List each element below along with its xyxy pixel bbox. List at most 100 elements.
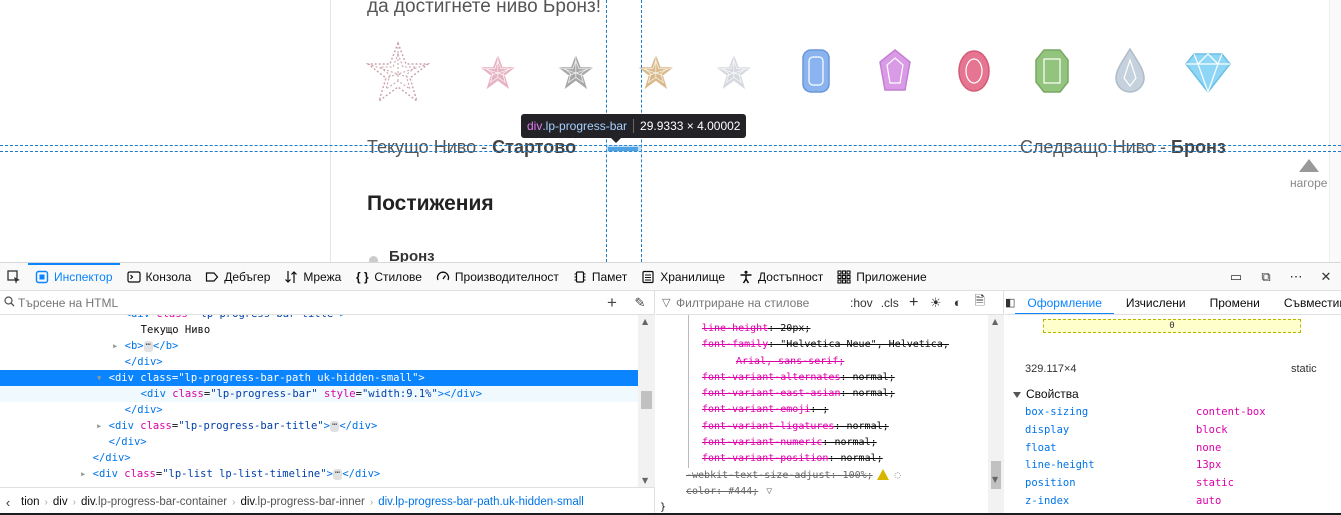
css-declaration[interactable]: Arial, sans-serif; [656, 353, 988, 371]
breadcrumb-scroll-left-icon[interactable]: ‹ [0, 495, 16, 510]
arrow-up-icon[interactable] [1299, 159, 1319, 172]
property-value: #444; [728, 485, 759, 497]
declarations-list[interactable]: line-height: 20px; font-family: "Helvetic… [656, 315, 988, 515]
breadcrumb-item[interactable]: div.lp-progress-bar-inner [235, 496, 369, 508]
expand-toggle-icon[interactable]: ▸ [80, 468, 93, 480]
expand-toggle-icon[interactable]: ▸ [96, 420, 109, 432]
tab-network[interactable]: Мрежа [277, 263, 348, 291]
tree-node[interactable]: ▸ <div class="lp-list lp-list-timeline">… [0, 466, 638, 482]
computed-property-row[interactable]: box-sizing content-box [1025, 404, 1325, 422]
css-declaration[interactable]: font-variant-emoji: ; [656, 402, 988, 420]
css-declaration[interactable]: color: #444; ▽ [656, 484, 988, 500]
css-declaration[interactable]: font-variant-ligatures: normal; [656, 418, 988, 436]
collapsed-content-icon[interactable]: ⋯ [329, 420, 340, 432]
scroll-up-icon[interactable]: ▲ [642, 317, 648, 326]
hover-states-button[interactable]: :hov [846, 296, 877, 310]
filter-property-icon[interactable]: ▽ [766, 486, 772, 497]
collapsed-content-icon[interactable]: ⋯ [332, 468, 343, 480]
tree-node[interactable]: ▾ <div class="lp-progress-bar-path uk-hi… [0, 370, 638, 386]
properties-header[interactable]: Свойства [1013, 387, 1079, 401]
computed-property-row[interactable]: display block [1025, 422, 1325, 440]
tree-node[interactable]: Текущо Ниво [0, 322, 638, 338]
tree-node[interactable]: </div> [0, 450, 638, 466]
tab-performance[interactable]: Производителност [429, 263, 566, 291]
lightbulb-icon[interactable]: ◌ [889, 470, 901, 481]
computed-property-row[interactable]: line-height 13px [1025, 457, 1325, 475]
tree-node[interactable]: </div> [0, 434, 638, 450]
add-node-button[interactable]: + [598, 293, 626, 313]
toggle-pane-button[interactable]: ◧ [1005, 296, 1015, 309]
css-declaration[interactable]: font-variant-alternates: normal; [656, 369, 988, 387]
css-declaration[interactable]: font-family: "Helvetica Neue", Helvetica… [656, 337, 988, 354]
expand-toggle-icon[interactable] [112, 315, 125, 320]
css-declaration[interactable]: font-variant-east-asian: normal; [656, 386, 988, 403]
tree-node[interactable]: <div class="lp-progress-bar-title"> [0, 315, 638, 322]
expand-toggle-icon[interactable] [128, 388, 141, 400]
expand-toggle-icon[interactable] [96, 436, 109, 448]
css-declaration[interactable]: line-height: 20px; [656, 321, 988, 338]
rules-scroll-down-icon[interactable]: ▼ [992, 475, 998, 484]
rules-scrollbar[interactable]: ▲ ▼ [988, 315, 1004, 515]
tab-application[interactable]: Приложение [830, 263, 933, 291]
computed-property-row[interactable]: float none [1025, 440, 1325, 458]
sidebar-tab[interactable]: Съвместимост [1272, 291, 1341, 314]
expand-toggle-icon[interactable] [80, 452, 93, 464]
breadcrumb-tag: div [240, 496, 255, 508]
tree-node[interactable]: </div> [0, 402, 638, 418]
tree-node[interactable]: ▸ <div class="lp-progress-bar-title"> ⋯ </… [0, 418, 638, 434]
eyedropper-button[interactable]: ✎ [626, 295, 654, 311]
markup-scrollbar[interactable]: ▲ ▼ [638, 315, 655, 487]
back-to-top-link[interactable]: нагоре [1290, 176, 1327, 190]
expand-toggle-icon[interactable]: ▾ [96, 372, 109, 384]
more-options-button[interactable]: ⋯ [1281, 263, 1311, 291]
split-console-button[interactable]: ▭ [1221, 263, 1251, 291]
tree-node[interactable]: <div class="lp-progress-bar" style="widt… [0, 386, 638, 402]
classes-button[interactable]: .cls [877, 296, 903, 310]
tab-console[interactable]: Конзола [120, 263, 199, 291]
css-declaration[interactable]: font-variant-numeric: normal; [656, 435, 988, 452]
breadcrumb-item[interactable]: div [48, 496, 73, 508]
computed-property-row[interactable]: position static [1025, 475, 1325, 493]
computed-property-row[interactable]: z-index auto [1025, 493, 1325, 511]
html-search-bar: + ✎ [0, 291, 654, 315]
tab-label: Инспектор [54, 269, 113, 284]
dark-scheme-button[interactable]: ◐ [947, 295, 969, 310]
css-declaration[interactable]: -webkit-text-size-adjust: 100%; ◌ [656, 468, 988, 484]
tree-node[interactable]: ▸ <b> ⋯ </b> [0, 338, 638, 354]
tab-memory[interactable]: Памет [566, 263, 634, 291]
expand-toggle-icon[interactable] [112, 404, 125, 416]
close-devtools-button[interactable]: ✕ [1311, 263, 1341, 291]
scroll-down-icon[interactable]: ▼ [642, 476, 648, 485]
sidebar-tab[interactable]: Изчислени [1114, 291, 1198, 314]
tab-debugger[interactable]: Дебъгер [198, 263, 277, 291]
markup-scroll-thumb[interactable] [641, 391, 652, 409]
element-picker-button[interactable] [0, 263, 28, 291]
collapsed-content-icon[interactable]: ⋯ [143, 340, 154, 352]
rules-scroll-up-icon[interactable]: ▲ [992, 317, 998, 326]
html-search-input[interactable] [18, 295, 578, 310]
breadcrumb-item[interactable]: div.lp-progress-bar-path.uk-hidden-small [373, 496, 589, 508]
breadcrumb-item[interactable]: tion [16, 496, 45, 508]
expand-toggle-icon[interactable] [112, 356, 125, 368]
sidebar-tab[interactable]: Промени [1198, 291, 1272, 314]
css-declaration[interactable]: font-variant-position: normal; [656, 451, 988, 468]
light-scheme-button[interactable]: ☀ [925, 295, 947, 311]
tab-storage[interactable]: Хранилище [634, 263, 732, 291]
expand-toggle-icon[interactable] [128, 324, 141, 336]
warning-icon[interactable] [876, 469, 889, 481]
styles-filter-input[interactable]: Филтриране на стилове [676, 296, 846, 310]
page-scrollbar[interactable] [1329, 0, 1341, 262]
print-media-button[interactable]: 🗎 [969, 292, 991, 314]
breadcrumb-item[interactable]: div.lp-progress-bar-container [76, 496, 232, 508]
markup-tree[interactable]: <div class="lp-progress-bar-title"> Теку… [0, 315, 638, 487]
tree-node[interactable]: </div> [0, 354, 638, 370]
add-rule-button[interactable]: + [903, 294, 925, 312]
tab-styles[interactable]: { } Стилове [348, 263, 429, 291]
dock-options-button[interactable]: ⧉ [1251, 263, 1281, 291]
expand-toggle-icon[interactable]: ▸ [112, 340, 125, 352]
sidebar-tab[interactable]: Оформление [1015, 291, 1115, 314]
tab-accessibility[interactable]: Достъпност [732, 263, 830, 291]
rules-toolbar: ▽ Филтриране на стилове :hov .cls + ☀ ◐ … [656, 291, 1003, 315]
box-model-margin[interactable]: 0 [1043, 319, 1301, 333]
tab-inspector[interactable]: Инспектор [28, 262, 120, 291]
